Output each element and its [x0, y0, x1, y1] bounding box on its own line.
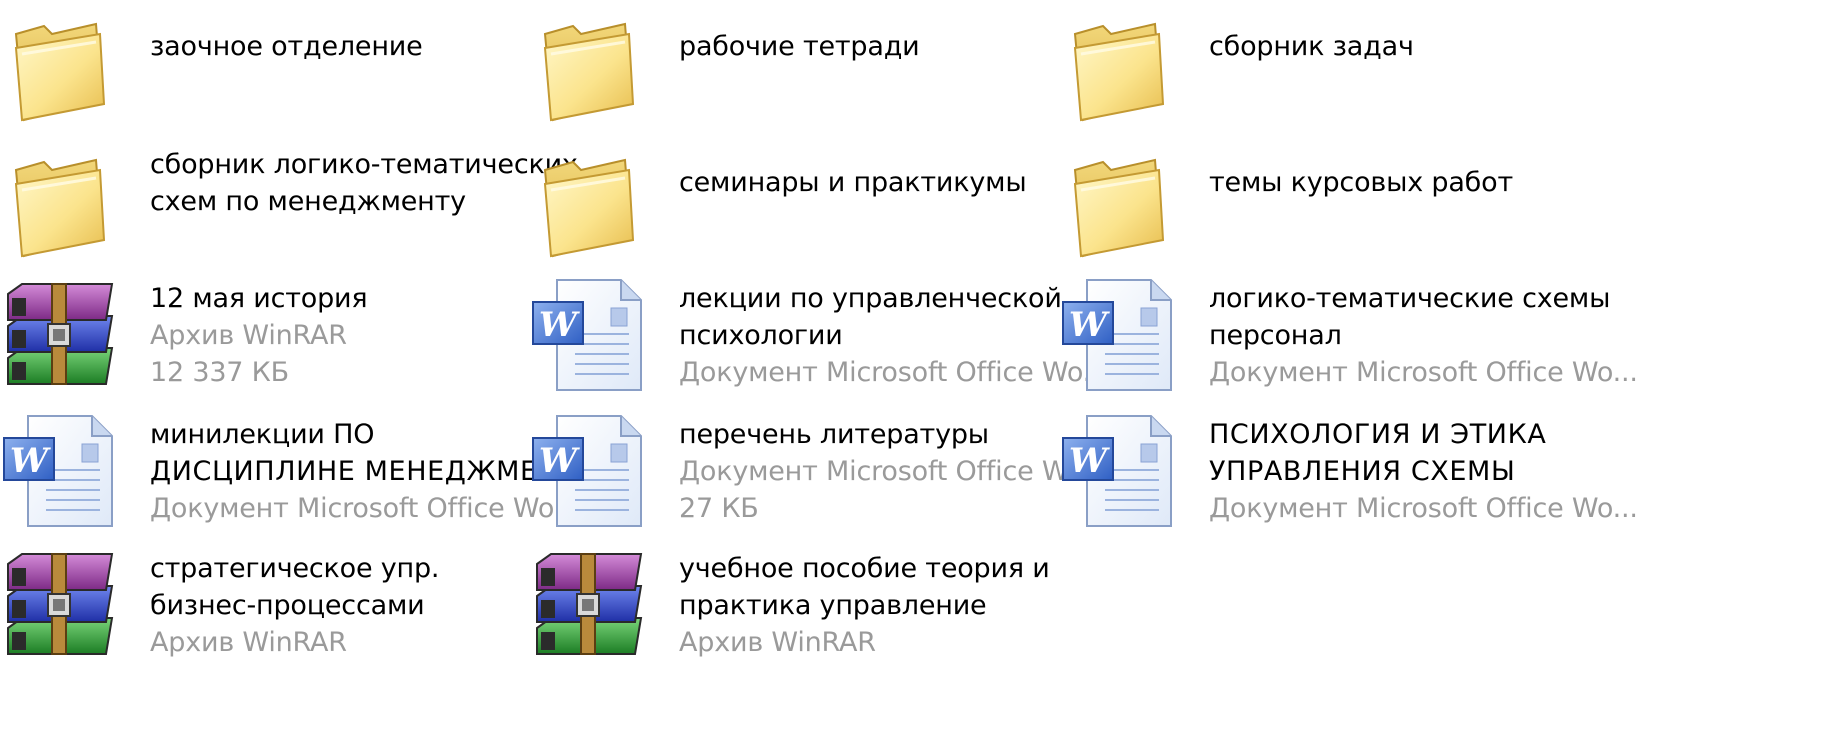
folder-icon — [0, 144, 120, 264]
svg-text:W: W — [539, 441, 580, 481]
winrar-archive-icon — [529, 544, 649, 664]
item-name: практика управление — [679, 590, 987, 621]
item-name: ПСИХОЛОГИЯ И ЭТИКА — [1209, 419, 1547, 450]
file-item[interactable]: учебное пособие теория и практика управле… — [529, 548, 1139, 700]
svg-text:W: W — [10, 441, 51, 481]
item-label: темы курсовых работ — [1209, 164, 1669, 201]
file-item[interactable]: 12 мая история Архив WinRAR 12 337 КБ — [0, 278, 610, 430]
folder-item[interactable]: рабочие тетради — [529, 8, 1139, 160]
word-document-icon: W — [1059, 274, 1179, 394]
folder-icon — [1059, 144, 1179, 264]
word-document-icon: W — [0, 410, 120, 530]
file-item[interactable]: стратегическое упр. бизнес-процессами Архи… — [0, 548, 610, 700]
svg-text:W: W — [1069, 305, 1110, 345]
item-label: ПСИХОЛОГИЯ И ЭТИКА УПРАВЛЕНИЯ СХЕМЫ Докуме… — [1209, 416, 1669, 527]
word-document-icon: W — [529, 274, 649, 394]
file-item[interactable]: W ПСИХОЛОГИЯ И ЭТИКА УПРАВЛЕНИЯ СХЕМЫ Доку… — [1059, 414, 1669, 566]
folder-icon — [529, 144, 649, 264]
item-name: персонал — [1209, 320, 1342, 351]
item-type: Документ Microsoft Office Wo... — [1209, 493, 1638, 524]
item-type: Архив WinRAR — [679, 627, 876, 658]
svg-text:W: W — [539, 305, 580, 345]
winrar-archive-icon — [0, 274, 120, 394]
item-label: логико-тематические схемы персонал Докумен… — [1209, 280, 1669, 391]
item-label: учебное пособие теория и практика управле… — [679, 550, 1139, 661]
item-label: сборник задач — [1209, 28, 1669, 65]
svg-text:W: W — [1069, 441, 1110, 481]
folder-icon — [0, 8, 120, 128]
file-item[interactable]: W логико-тематические схемы персонал Докум… — [1059, 278, 1669, 430]
folder-item[interactable]: заочное отделение — [0, 8, 610, 160]
item-type: Документ Microsoft Office Wo... — [1209, 357, 1638, 388]
item-name: логико-тематические схемы — [1209, 283, 1611, 314]
folder-icon — [1059, 8, 1179, 128]
word-document-icon: W — [1059, 410, 1179, 530]
item-name: сборник задач — [1209, 31, 1414, 62]
file-list-view: заочное отделение рабочие тетради сборни… — [0, 0, 1829, 741]
folder-icon — [529, 8, 649, 128]
word-document-icon: W — [529, 410, 649, 530]
folder-item[interactable]: сборник задач — [1059, 8, 1669, 160]
item-name: УПРАВЛЕНИЯ СХЕМЫ — [1209, 456, 1516, 487]
winrar-archive-icon — [0, 544, 120, 664]
file-item[interactable]: W лекции по управленческой психологии Доку… — [529, 278, 1139, 430]
item-name: темы курсовых работ — [1209, 167, 1513, 198]
item-name: учебное пособие теория и — [679, 553, 1050, 584]
